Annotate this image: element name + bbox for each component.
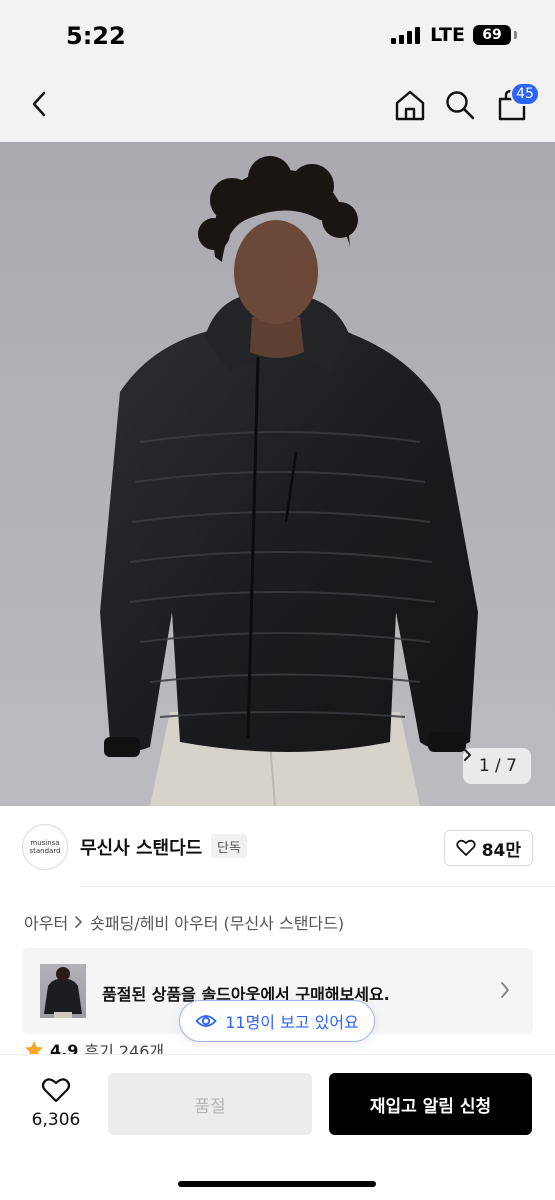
brand-row: musinsa standard 무신사 스탠다드 단독 84만 — [0, 822, 555, 872]
wishlist-button[interactable]: 6,306 — [22, 1071, 90, 1135]
chevron-right-icon — [75, 916, 82, 928]
cart-button[interactable]: 45 — [492, 82, 540, 125]
breadcrumb-item-category[interactable]: 숏패딩/헤비 아우터 (무신사 스탠다드) — [90, 910, 344, 934]
top-nav-bar: 45 — [0, 72, 555, 142]
image-counter-button[interactable]: 1 / 7 — [462, 748, 531, 784]
heart-icon — [41, 1077, 71, 1102]
battery-tip — [514, 31, 517, 39]
bottom-action-bar: 6,306 품절 재입고 알림 신청 — [0, 1054, 555, 1200]
search-icon — [446, 91, 475, 120]
home-indicator — [178, 1181, 376, 1187]
search-button[interactable] — [440, 85, 480, 125]
live-viewers-pill: 11명이 보고 있어요 — [179, 1000, 375, 1042]
brand-like-button[interactable]: 84만 — [443, 830, 533, 866]
home-icon — [395, 90, 425, 121]
breadcrumb: 아우터 숏패딩/헤비 아우터 (무신사 스탠다드) — [24, 910, 344, 934]
status-time: 5:22 — [66, 22, 126, 50]
brand-logo-line2: standard — [29, 847, 61, 855]
wishlist-count: 6,306 — [31, 1109, 81, 1130]
back-button[interactable] — [20, 84, 60, 124]
exclusive-badge: 단독 — [211, 834, 247, 858]
brand-logo-line1: musinsa — [30, 839, 60, 847]
divider — [80, 886, 555, 887]
product-image-gallery[interactable]: 1 / 7 — [0, 142, 555, 806]
brand-logo[interactable]: musinsa standard — [22, 824, 68, 870]
breadcrumb-item-outer[interactable]: 아우터 — [24, 910, 68, 934]
chevron-right-icon — [501, 982, 509, 998]
battery-icon: 69 — [473, 25, 511, 45]
live-viewers-text: 11명이 보고 있어요 — [225, 1013, 359, 1032]
eye-icon — [195, 1015, 217, 1027]
heart-icon — [456, 839, 476, 856]
battery-level: 69 — [482, 27, 502, 43]
brand-like-count: 84만 — [481, 840, 521, 861]
signal-icon — [391, 26, 421, 44]
product-photo — [100, 156, 478, 806]
chevron-left-icon — [32, 91, 46, 117]
product-thumbnail — [40, 964, 86, 1018]
restock-alert-button[interactable]: 재입고 알림 신청 — [329, 1073, 532, 1135]
brand-name-link[interactable]: 무신사 스탠다드 — [80, 834, 202, 860]
soldout-button: 품절 — [108, 1073, 312, 1135]
status-bar: 5:22 LTE 69 — [0, 0, 555, 72]
chevron-right-icon — [463, 749, 471, 761]
network-label: LTE — [430, 24, 465, 46]
home-button[interactable] — [390, 85, 430, 125]
cart-count-badge: 45 — [510, 82, 540, 106]
image-counter-label: 1 / 7 — [478, 756, 517, 776]
status-indicators: LTE 69 — [391, 24, 517, 46]
